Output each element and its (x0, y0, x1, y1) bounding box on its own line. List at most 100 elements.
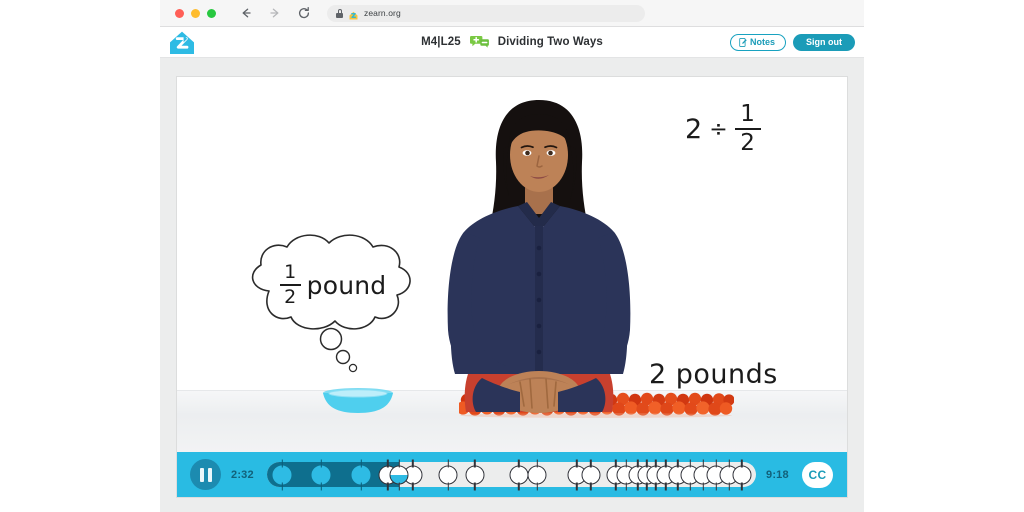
chapter-tick-top (654, 459, 657, 467)
chapter-tick-bottom (320, 482, 323, 490)
chapter-tick-bottom (615, 482, 617, 490)
chapter-tick-top (387, 459, 389, 467)
video-presenter (420, 86, 658, 420)
chapter-tick-bottom (677, 482, 679, 490)
chapter-tick-top (320, 459, 323, 467)
scene-label: 2 pounds (649, 359, 778, 390)
chapter-tick-bottom (575, 482, 578, 490)
window-controls (175, 8, 216, 18)
pause-icon-bar-2 (207, 467, 212, 482)
chapter-tick-top (741, 459, 743, 467)
notes-button[interactable]: Notes (729, 33, 786, 51)
chapter-tick-bottom (637, 482, 639, 490)
video-player-card: 2 ÷ 1 2 1 2 pound 2 pounds 2:32 9:18 CC (176, 76, 848, 498)
chapter-tick-bottom (654, 482, 657, 490)
zearn-favicon (348, 8, 359, 19)
browser-toolbar: zearn.org (160, 0, 864, 27)
chapter-tick-bottom (702, 482, 704, 490)
playhead-tick-bottom (398, 482, 400, 490)
thought-bubble-text: 1 2 pound (267, 263, 399, 307)
chapter-tick-top (474, 459, 476, 467)
page-body: 2 ÷ 1 2 1 2 pound 2 pounds 2:32 9:18 CC (160, 58, 864, 512)
chapter-tick-top (447, 459, 449, 467)
chapter-tick-bottom (590, 482, 592, 490)
maximize-window-button[interactable] (207, 8, 216, 18)
chapter-tick-top (715, 459, 717, 467)
chapter-tick-top (590, 459, 592, 467)
playhead-tick-top (398, 459, 400, 467)
math-fraction: 1 2 (734, 101, 761, 156)
chapter-tick-bottom (689, 482, 692, 490)
chapter-tick-bottom (715, 482, 717, 490)
chapter-marker[interactable] (732, 459, 752, 490)
chapter-tick-top (536, 459, 538, 467)
minimize-window-button[interactable] (191, 8, 200, 18)
note-pencil-icon (739, 37, 747, 47)
chapter-tick-top (689, 459, 692, 467)
chapter-tick-bottom (625, 482, 628, 490)
reload-icon[interactable] (296, 6, 311, 21)
chapter-tick-bottom (474, 482, 476, 490)
chapter-tick-bottom (447, 482, 449, 490)
chapter-marker[interactable] (311, 459, 331, 490)
chapter-tick-bottom (741, 482, 743, 490)
chapter-tick-top (615, 459, 617, 467)
site-header: M4|L25 Dividing Two Ways Notes Sign out (160, 27, 864, 58)
lesson-code: M4|L25 (421, 36, 461, 48)
chapter-tick-top (281, 459, 283, 467)
math-fraction-denominator: 2 (740, 130, 755, 156)
chapter-tick-top (575, 459, 578, 467)
pause-icon (199, 467, 204, 482)
chapter-marker[interactable] (438, 459, 458, 490)
header-actions: Notes Sign out (729, 27, 855, 57)
chapter-marker[interactable] (581, 459, 601, 490)
closed-captions-button[interactable]: CC (802, 461, 833, 488)
chapter-tick-bottom (281, 482, 283, 490)
chapter-marker[interactable] (465, 459, 485, 490)
chapter-tick-bottom (665, 482, 667, 490)
video-stage[interactable]: 2 ÷ 1 2 1 2 pound 2 pounds (177, 77, 847, 452)
math-expression: 2 ÷ 1 2 (685, 103, 761, 155)
chapter-tick-top (646, 459, 648, 467)
current-time: 2:32 (231, 468, 254, 481)
chapter-tick-bottom (518, 482, 520, 490)
sign-out-button[interactable]: Sign out (793, 33, 855, 51)
thought-fraction-numerator: 1 (284, 261, 297, 283)
chapter-marker[interactable] (272, 459, 292, 490)
sign-out-button-label: Sign out (806, 37, 842, 47)
chapter-tick-top (728, 459, 730, 467)
back-arrow-icon[interactable] (238, 6, 253, 21)
chapter-tick-bottom (646, 482, 648, 490)
chapter-tick-top (665, 459, 667, 467)
chapter-marker[interactable] (509, 459, 529, 490)
cc-label: CC (808, 467, 827, 482)
math-fraction-numerator: 1 (740, 101, 755, 127)
thought-unit-word: pound (306, 270, 387, 300)
chapter-marker[interactable] (527, 459, 547, 490)
chapter-marker[interactable] (351, 459, 371, 490)
chapter-tick-bottom (387, 482, 389, 490)
chapter-tick-top (702, 459, 704, 467)
chapter-tick-bottom (360, 482, 362, 490)
chapter-tick-top (360, 459, 362, 467)
forward-arrow-icon[interactable] (267, 6, 282, 21)
thought-fraction-denominator: 2 (284, 286, 297, 308)
lock-icon (336, 8, 343, 18)
chapter-tick-top (637, 459, 639, 467)
navigation-buttons (238, 6, 311, 21)
math-operator: ÷ (709, 116, 728, 142)
player-controls: 2:32 9:18 CC (177, 452, 847, 497)
screen: zearn.org M4|L25 Dividing Two Ways Notes… (0, 0, 1024, 512)
close-window-button[interactable] (175, 8, 184, 18)
pause-button[interactable] (190, 459, 221, 490)
chapter-tick-bottom (728, 482, 730, 490)
chapter-tick-top (518, 459, 520, 467)
math-whole-number: 2 (685, 113, 703, 145)
progress-bar[interactable] (267, 459, 756, 490)
browser-window: zearn.org M4|L25 Dividing Two Ways Notes… (160, 0, 864, 512)
chapter-tick-top (677, 459, 679, 467)
chapter-tick-top (625, 459, 628, 467)
playhead-handle[interactable] (389, 459, 409, 490)
address-bar[interactable]: zearn.org (327, 4, 645, 22)
chapter-tick-top (412, 459, 414, 467)
